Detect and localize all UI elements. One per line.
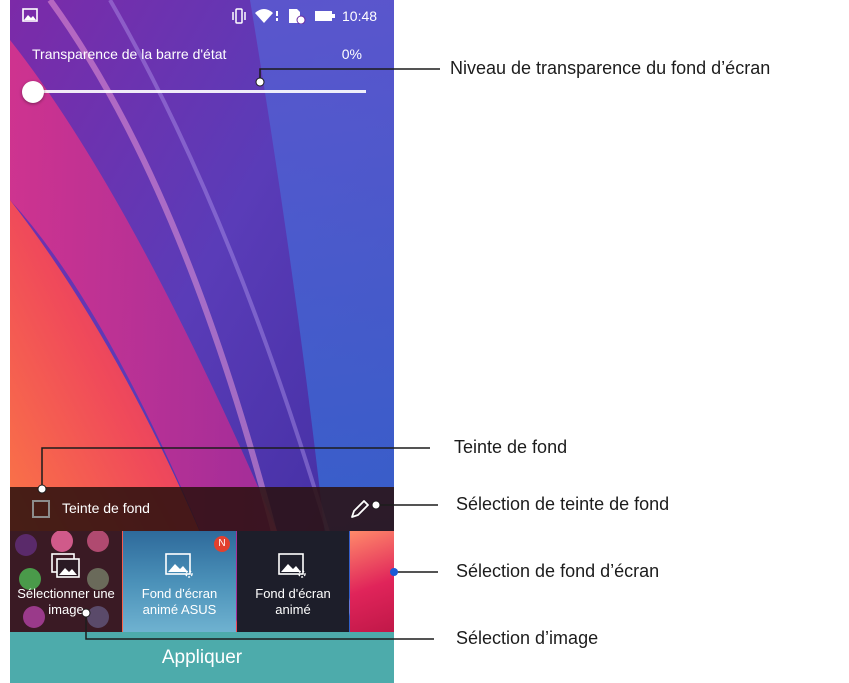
transparency-slider-thumb[interactable]: [22, 81, 44, 103]
transparency-label: Transparence de la barre d'état: [32, 46, 227, 62]
live-wallpaper-label: Fond d'écran animé: [255, 586, 331, 617]
asus-live-wallpaper-thumbnail[interactable]: N Fond d'écran animé ASUS: [123, 531, 236, 632]
live-wallpaper-icon: [164, 553, 195, 579]
wallpaper-thumbnail-strip: Sélectionner une image N Fond d'écran an…: [10, 531, 394, 632]
image-notification-icon: [22, 8, 38, 25]
status-time: 10:48: [342, 8, 378, 24]
callout-transparency-level: Niveau de transparence du fond d’écran: [450, 58, 771, 78]
status-bar: 10:48: [10, 0, 394, 34]
battery-icon: [314, 8, 336, 27]
callout-wallpaper-selection: Sélection de fond d’écran: [456, 561, 660, 581]
select-image-label: Sélectionner une image: [17, 586, 115, 617]
gallery-image-icon: [51, 553, 81, 579]
phone-screen: 10:48 Transparence de la barre d'état 0%…: [10, 0, 394, 683]
transparency-value: 0%: [341, 46, 362, 62]
new-badge: N: [214, 536, 230, 552]
transparency-slider-track[interactable]: [34, 90, 366, 93]
callout-image-selection: Sélection d’image: [456, 628, 599, 648]
apply-button[interactable]: Appliquer: [10, 632, 394, 683]
asus-live-wallpaper-label: Fond d'écran animé ASUS: [141, 586, 218, 617]
wallpaper-preview-thumbnail[interactable]: [350, 531, 394, 632]
background-tint-checkbox[interactable]: [32, 500, 50, 518]
tint-edit-pencil-icon[interactable]: [348, 497, 372, 521]
wifi-icon: [254, 8, 280, 27]
live-wallpaper-thumbnail[interactable]: Fond d'écran animé: [237, 531, 349, 632]
live-wallpaper-icon: [278, 553, 308, 579]
callout-background-tint: Teinte de fond: [454, 437, 568, 457]
sd-card-icon: [286, 8, 306, 27]
callout-tint-selection: Sélection de teinte de fond: [456, 494, 670, 514]
select-image-thumbnail[interactable]: Sélectionner une image: [10, 531, 122, 632]
vibrate-icon: [230, 8, 248, 27]
background-tint-bar: Teinte de fond: [10, 487, 394, 531]
background-tint-label: Teinte de fond: [62, 500, 150, 516]
